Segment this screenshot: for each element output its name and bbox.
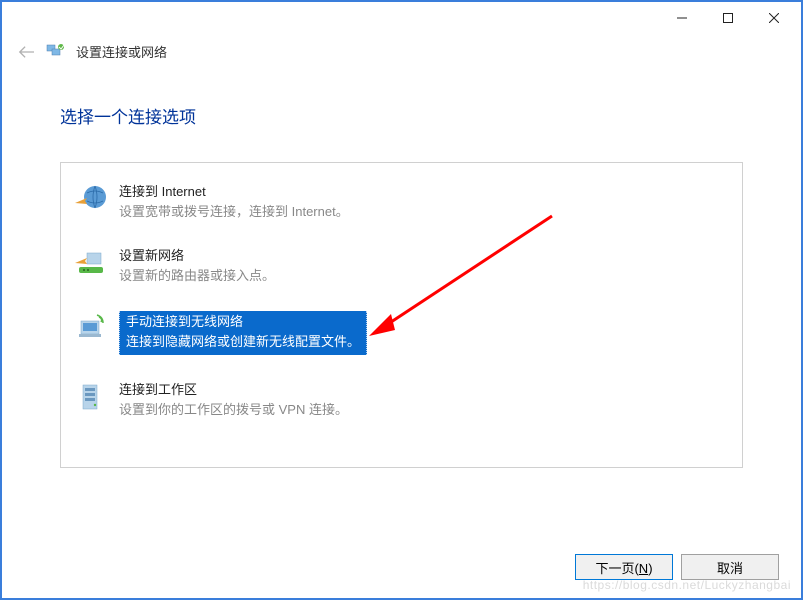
option-new-network[interactable]: 设置新网络 设置新的路由器或接入点。	[61, 237, 742, 295]
header: 设置连接或网络	[2, 34, 801, 73]
globe-icon	[73, 181, 109, 217]
titlebar	[2, 2, 801, 34]
option-connect-internet[interactable]: 连接到 Internet 设置宽带或拨号连接，连接到 Internet。	[61, 173, 742, 231]
cancel-button[interactable]: 取消	[681, 554, 779, 580]
option-manual-wireless[interactable]: 手动连接到无线网络 连接到隐藏网络或创建新无线配置文件。	[61, 301, 742, 365]
wizard-icon	[46, 43, 64, 61]
option-title: 连接到 Internet	[119, 183, 349, 201]
option-desc: 连接到隐藏网络或创建新无线配置文件。	[126, 333, 360, 351]
options-list: 连接到 Internet 设置宽带或拨号连接，连接到 Internet。 设置新…	[60, 162, 743, 468]
option-connect-workplace[interactable]: 连接到工作区 设置到你的工作区的拨号或 VPN 连接。	[61, 371, 742, 429]
option-title: 连接到工作区	[119, 381, 348, 399]
footer: 下一页(N) 取消	[575, 554, 779, 580]
option-desc: 设置新的路由器或接入点。	[119, 267, 275, 285]
wireless-icon	[73, 309, 109, 345]
back-button[interactable]	[18, 45, 34, 59]
option-title: 手动连接到无线网络	[126, 313, 360, 331]
option-desc: 设置到你的工作区的拨号或 VPN 连接。	[119, 401, 348, 419]
router-icon	[73, 245, 109, 281]
page-heading: 选择一个连接选项	[60, 103, 743, 128]
close-button[interactable]	[751, 3, 797, 33]
maximize-button[interactable]	[705, 3, 751, 33]
window-title: 设置连接或网络	[76, 42, 167, 61]
server-icon	[73, 379, 109, 415]
next-button[interactable]: 下一页(N)	[575, 554, 673, 580]
option-title: 设置新网络	[119, 247, 275, 265]
next-label: 下一页(N)	[595, 558, 652, 577]
watermark: https://blog.csdn.net/Luckyzhangbai	[583, 578, 791, 592]
option-desc: 设置宽带或拨号连接，连接到 Internet。	[119, 203, 349, 221]
minimize-button[interactable]	[659, 3, 705, 33]
content: 选择一个连接选项 连接到 Internet 设置宽带或拨号连接，连接到 Inte…	[2, 73, 801, 468]
